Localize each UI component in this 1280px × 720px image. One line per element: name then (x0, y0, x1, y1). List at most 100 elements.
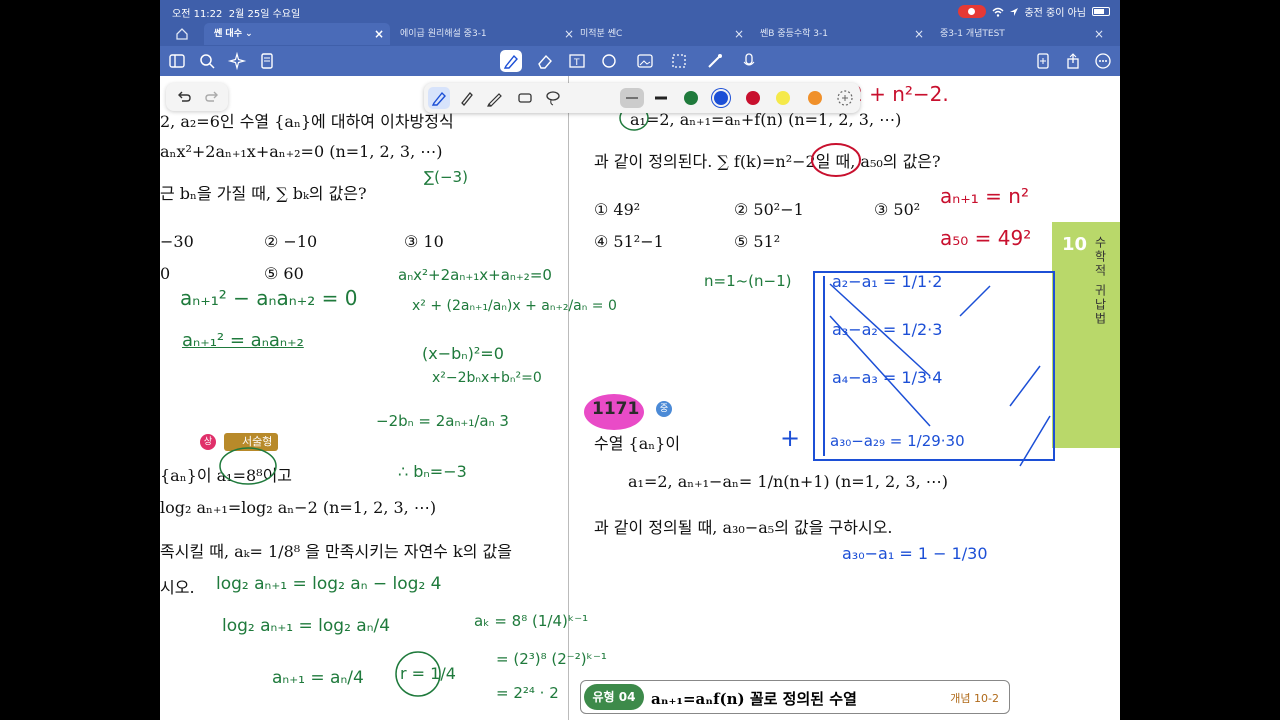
more-icon (1095, 53, 1111, 69)
handwriting-note: n=1~(n−1) (704, 272, 792, 290)
document-page[interactable]: 10 수학적 귀납법 2, a₂=6인 수열 {aₙ}에 대하여 이차방정식 a… (160, 76, 1120, 720)
status-time: 오전 11:22 2월 25일 수요일 (172, 9, 301, 20)
color-orange-swatch[interactable] (808, 91, 822, 105)
undo-icon[interactable] (174, 87, 194, 107)
tab-bar: 쎈 대수 ⌄ × 에이급 원리해설 중3-1 × 미적분 쎈C × 쎈B 중등수… (160, 22, 1120, 46)
undo-redo-bar (166, 83, 228, 111)
tab-label: 쎈 대수 (214, 29, 242, 39)
color-picker-icon (837, 90, 853, 106)
sidebar-toggle-button[interactable] (166, 50, 188, 72)
crop-icon (672, 54, 686, 68)
tab-label: 미적분 쎈C (580, 29, 623, 39)
handwriting-note: = 2²⁴ · 2 (496, 684, 559, 702)
handwriting-note: aₙx²+2aₙ₊₁x+aₙ₊₂=0 (398, 266, 552, 284)
battery-icon (1092, 7, 1110, 16)
text-box-icon: T (569, 54, 585, 68)
close-icon[interactable]: × (374, 23, 384, 45)
highlighter-icon (518, 93, 532, 103)
laser-tool-button[interactable] (704, 50, 726, 72)
eraser-tool-button[interactable] (534, 50, 556, 72)
screen-record-icon[interactable] (958, 5, 987, 18)
ball-pen-button[interactable] (484, 87, 506, 109)
color-green-swatch[interactable] (684, 91, 698, 105)
image-icon (637, 54, 653, 68)
sparkle-icon (227, 51, 247, 71)
add-page-icon (1037, 53, 1049, 69)
handwriting-note: r = 1/4 (400, 664, 456, 683)
close-icon[interactable]: × (734, 23, 744, 45)
app-window: 오전 11:22 2월 25일 수요일 충전 중이 아님 쎈 대수 ⌄ × 에이… (160, 0, 1120, 720)
lasso-button[interactable] (542, 87, 564, 109)
ai-button[interactable] (226, 50, 248, 72)
tab-label: 중3-1 개념TEST (940, 29, 1005, 39)
add-page-button[interactable] (1032, 50, 1054, 72)
thick-stroke-button[interactable] (650, 87, 672, 109)
lasso-icon (546, 91, 560, 106)
handwriting-note: ∴ bₙ=−3 (398, 462, 467, 481)
color-red-swatch[interactable] (746, 91, 760, 105)
wifi-icon (992, 7, 1004, 17)
handwriting-note: aₙ₊₁² − aₙaₙ₊₂ = 0 (180, 286, 358, 310)
handwriting-note: log₂ aₙ₊₁ = log₂ aₙ/4 (222, 616, 391, 636)
laser-pointer-icon (708, 54, 722, 68)
handwriting-note: a₅₀ = 49² (940, 226, 1032, 250)
svg-text:T: T (573, 58, 580, 68)
handwriting-note: a₃₀−a₂₉ = 1/29·30 (830, 432, 965, 450)
pen-tool-button[interactable] (500, 50, 522, 72)
close-icon[interactable]: × (914, 23, 924, 45)
brush-pen-button[interactable] (456, 87, 478, 109)
shape-icon (602, 54, 616, 68)
sidebar-icon (169, 54, 185, 68)
main-toolbar: T (160, 46, 1120, 76)
tab-label: 쎈B 중등수학 3-1 (760, 29, 828, 39)
status-bar: 오전 11:22 2월 25일 수요일 충전 중이 아님 (160, 0, 1120, 22)
ball-pen-icon (487, 93, 502, 107)
search-icon (200, 54, 215, 69)
home-icon (176, 28, 188, 40)
tab-concept-test[interactable]: 중3-1 개념TEST × (930, 23, 1110, 45)
search-button[interactable] (196, 50, 218, 72)
handwriting-note: a₂−a₁ = 1/1·2 (832, 272, 943, 291)
location-icon (1010, 7, 1019, 16)
color-yellow-swatch[interactable] (776, 91, 790, 105)
tab-sen-algebra[interactable]: 쎈 대수 ⌄ × (204, 23, 390, 45)
handwriting-note: 2 + n²−2. (850, 82, 949, 106)
brush-pen-icon (461, 92, 473, 106)
tab-label: 에이급 원리해설 중3-1 (400, 29, 487, 39)
text-tool-button[interactable]: T (566, 50, 588, 72)
close-icon[interactable]: × (1094, 23, 1104, 45)
image-tool-button[interactable] (634, 50, 656, 72)
handwriting-note: aₙ₊₁ = n² (940, 184, 1029, 208)
document-icon (261, 53, 273, 69)
handwriting-note: aₙ₊₁² = aₙaₙ₊₂ (182, 330, 304, 351)
color-picker-button[interactable] (834, 87, 856, 109)
handwriting-note: x²−2bₙx+bₙ²=0 (432, 370, 542, 386)
handwriting-note: a₃₀−a₁ = 1 − 1/30 (842, 544, 988, 563)
thick-stroke-icon (655, 96, 667, 100)
handwriting-note: + (780, 424, 801, 452)
handwriting-note: −2bₙ = 2aₙ₊₁/aₙ 3 (376, 412, 509, 430)
tab-calculus[interactable]: 미적분 쎈C × (570, 23, 750, 45)
home-tab[interactable] (172, 25, 192, 43)
charging-status: 충전 중이 아님 (1024, 8, 1086, 19)
capture-tool-button[interactable] (668, 50, 690, 72)
more-button[interactable] (1092, 50, 1114, 72)
tab-a-grade[interactable]: 에이급 원리해설 중3-1 × (390, 23, 580, 45)
shape-tool-button[interactable] (598, 50, 620, 72)
share-icon (1067, 53, 1079, 69)
highlighter-button[interactable] (514, 87, 536, 109)
share-button[interactable] (1062, 50, 1084, 72)
fountain-pen-button[interactable] (428, 87, 450, 109)
redo-icon[interactable] (202, 87, 222, 107)
mic-button[interactable] (738, 50, 770, 72)
color-blue-swatch[interactable] (714, 91, 728, 105)
eraser-icon (538, 54, 552, 69)
handwriting-note: a₄−a₃ = 1/3·4 (832, 368, 943, 387)
microphone-icon (743, 53, 755, 66)
thin-stroke-icon (626, 97, 638, 99)
thin-stroke-button[interactable] (620, 88, 644, 108)
handwriting-note: ∑(−3) (424, 168, 468, 186)
document-button[interactable] (256, 50, 278, 72)
handwriting-note: log₂ aₙ₊₁ = log₂ aₙ − log₂ 4 (216, 574, 442, 594)
tab-senb[interactable]: 쎈B 중등수학 3-1 × (750, 23, 930, 45)
